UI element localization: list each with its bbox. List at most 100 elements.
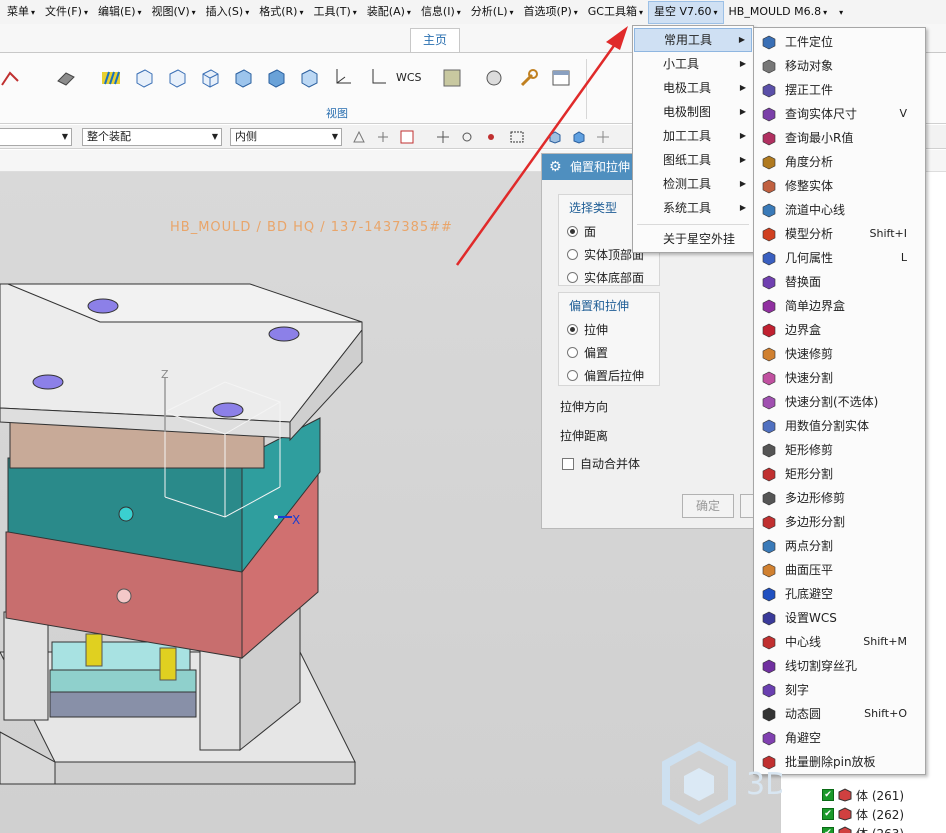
menu-item-value-split[interactable]: 用数值分割实体	[754, 414, 925, 438]
menu-item-inspection-tools[interactable]: 检测工具 ▶	[634, 172, 752, 196]
radio-button[interactable]	[567, 249, 578, 260]
checkbox[interactable]: ✔	[822, 808, 834, 820]
ok-button[interactable]: 确定	[682, 494, 734, 518]
menu-item-rect-trim[interactable]: 矩形修剪	[754, 438, 925, 462]
menu-item-small-tools[interactable]: 小工具 ▶	[634, 52, 752, 76]
menu-view[interactable]: 视图(V) ▾	[147, 1, 201, 24]
menu-item-angle[interactable]: 角度分析	[754, 150, 925, 174]
wcs-label[interactable]: WCS	[396, 71, 422, 84]
menu-item-drawing-tools[interactable]: 图纸工具 ▶	[634, 148, 752, 172]
menu-item-polygon-split[interactable]: 多边形分割	[754, 510, 925, 534]
scope-select[interactable]: 整个装配 ▼	[82, 128, 222, 146]
menu-item-geometry[interactable]: 几何属性 L	[754, 246, 925, 270]
tab-home[interactable]: 主页	[410, 28, 460, 52]
menu-hb-mould[interactable]: HB_MOULD M6.8 ▾	[724, 1, 833, 24]
menu-item-quick-split-nobody[interactable]: 快速分割(不选体)	[754, 390, 925, 414]
menu-item-quick-trim[interactable]: 快速修剪	[754, 342, 925, 366]
menu-edit[interactable]: 编辑(E) ▾	[93, 1, 147, 24]
menu-item-wcs[interactable]: 设置WCS	[754, 606, 925, 630]
point-icon[interactable]	[436, 130, 450, 144]
view-front-icon[interactable]	[133, 67, 155, 89]
radio-bottom-face[interactable]: 实体底部面	[559, 266, 659, 289]
menu-item-about[interactable]: 关于星空外挂	[634, 227, 752, 251]
sketch-icon[interactable]	[0, 67, 22, 89]
tree-row[interactable]: ✔体 (263)	[822, 824, 904, 833]
type-filter-select[interactable]: ▼	[0, 128, 72, 146]
snap-icon[interactable]	[352, 130, 366, 144]
menu-item-rect-split[interactable]: 矩形分割	[754, 462, 925, 486]
menu-insert[interactable]: 插入(S) ▾	[201, 1, 255, 24]
csys-origin-icon[interactable]	[366, 67, 388, 89]
menu-item-model-analysis[interactable]: 模型分析 Shift+I	[754, 222, 925, 246]
radio-button[interactable]	[567, 272, 578, 283]
solid2-icon[interactable]	[572, 130, 586, 144]
radio-button[interactable]	[567, 226, 578, 237]
menu-item-hole-clearance[interactable]: 孔底避空	[754, 582, 925, 606]
menu-analysis[interactable]: 分析(L) ▾	[466, 1, 519, 24]
menu-item-machining-tools[interactable]: 加工工具 ▶	[634, 124, 752, 148]
auto-merge-checkbox[interactable]: 自动合并体	[562, 455, 640, 472]
view-bottom-icon[interactable]	[298, 67, 320, 89]
menu-item-flatten[interactable]: 曲面压平	[754, 558, 925, 582]
menu-item-bbox[interactable]: 边界盒	[754, 318, 925, 342]
solid-icon[interactable]	[548, 130, 562, 144]
menu-item-system-tools[interactable]: 系统工具 ▶	[634, 196, 752, 220]
menu-item-two-point-split[interactable]: 两点分割	[754, 534, 925, 558]
menu-item-centerline[interactable]: 中心线 Shift+M	[754, 630, 925, 654]
menu-file[interactable]: 文件(F) ▾	[40, 1, 93, 24]
view-iso-icon[interactable]	[232, 67, 254, 89]
menu-info[interactable]: 信息(I) ▾	[416, 1, 466, 24]
view-right-icon[interactable]	[199, 67, 221, 89]
snap2-icon[interactable]	[376, 130, 390, 144]
menu-item-common-tools[interactable]: 常用工具 ▶	[634, 28, 752, 52]
radio-button[interactable]	[567, 324, 578, 335]
menu-item-locate[interactable]: 工件定位	[754, 30, 925, 54]
checkbox[interactable]: ✔	[822, 827, 834, 833]
menu-item-electrode-tools[interactable]: 电极工具 ▶	[634, 76, 752, 100]
menu-item-wire-hole[interactable]: 线切割穿丝孔	[754, 654, 925, 678]
menu-item-dynamic-circle[interactable]: 动态圆 Shift+O	[754, 702, 925, 726]
shading-icon[interactable]	[55, 67, 77, 89]
menu-gc-toolbox[interactable]: GC工具箱 ▾	[583, 1, 648, 24]
menu-item-move[interactable]: 移动对象	[754, 54, 925, 78]
menu-assembly[interactable]: 装配(A) ▾	[362, 1, 416, 24]
menu-item-polygon-trim[interactable]: 多边形修剪	[754, 486, 925, 510]
csys-icon[interactable]	[331, 67, 353, 89]
radio-button[interactable]	[567, 347, 578, 358]
radio-offset[interactable]: 偏置	[559, 341, 659, 364]
rect-select-icon[interactable]	[510, 130, 524, 144]
menu-item-trim-solid[interactable]: 修整实体	[754, 174, 925, 198]
checkbox[interactable]: ✔	[822, 789, 834, 801]
menu-item-quick-split[interactable]: 快速分割	[754, 366, 925, 390]
mode-select[interactable]: 内侧 ▼	[230, 128, 342, 146]
zebra-icon[interactable]	[100, 67, 122, 89]
radio-button[interactable]	[567, 370, 578, 381]
menu-item-bbox-simple[interactable]: 简单边界盒	[754, 294, 925, 318]
view-trimetric-icon[interactable]	[265, 67, 287, 89]
menu-item-align[interactable]: 摆正工件	[754, 78, 925, 102]
checkbox[interactable]	[562, 457, 574, 470]
menu-item-measure[interactable]: 查询实体尺寸 V	[754, 102, 925, 126]
menu-format[interactable]: 格式(R) ▾	[254, 1, 308, 24]
radio-offset-then-extrude[interactable]: 偏置后拉伸	[559, 364, 659, 387]
move-handle-icon[interactable]	[596, 130, 610, 144]
menu-item-radius[interactable]: 查询最小R值	[754, 126, 925, 150]
menu-tools[interactable]: 工具(T) ▾	[308, 1, 361, 24]
tree-row[interactable]: ✔ 体 (261)	[822, 786, 904, 804]
layer-icon[interactable]	[483, 67, 505, 89]
menu-xingkong[interactable]: 星空 V7.60 ▾	[647, 0, 724, 24]
select-box-icon[interactable]	[400, 130, 414, 144]
menu-item-engrave[interactable]: 刻字	[754, 678, 925, 702]
point2-icon[interactable]	[460, 130, 474, 144]
background-icon[interactable]	[441, 67, 463, 89]
menu-item-runner[interactable]: 流道中心线	[754, 198, 925, 222]
menu-main[interactable]: 菜单 ▾	[2, 1, 40, 24]
radio-extrude[interactable]: 拉伸	[559, 318, 659, 341]
menubar-overflow-icon[interactable]: ▾	[832, 1, 848, 24]
menu-item-replace-face[interactable]: 替换面	[754, 270, 925, 294]
point3-icon[interactable]	[484, 130, 498, 144]
menu-preferences[interactable]: 首选项(P) ▾	[519, 1, 583, 24]
tree-row[interactable]: ✔ 体 (262)	[822, 805, 904, 823]
settings-tool-icon[interactable]	[518, 67, 540, 89]
window-icon[interactable]	[550, 67, 572, 89]
